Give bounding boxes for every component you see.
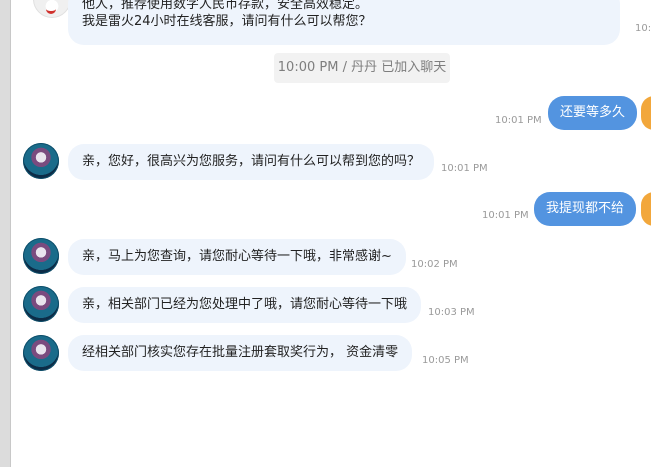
agent-message-bubble: 亲，您好，很高兴为您服务，请问有什么可以帮到您的吗？ bbox=[68, 144, 435, 180]
message-time: 10:05 PM bbox=[422, 355, 469, 366]
message-time: 10:0 bbox=[635, 23, 651, 34]
user-message-bubble: 还要等多久 bbox=[548, 96, 638, 130]
system-join-notice: 10:00 PM / 丹丹 已加入聊天 bbox=[274, 53, 450, 83]
user-message-bubble: 我提现都不给 bbox=[534, 192, 637, 226]
message-time: 10:01 PM bbox=[482, 210, 529, 221]
message-time: 10:02 PM bbox=[411, 259, 458, 270]
agent-avatar bbox=[23, 286, 59, 322]
user-avatar bbox=[641, 96, 651, 130]
agent-message-bubble: 亲，马上为您查询，请您耐心等待一下哦，非常感谢~ bbox=[68, 239, 406, 275]
agent-avatar bbox=[23, 335, 59, 371]
agent-avatar-partial bbox=[33, 0, 71, 18]
agent-message-bubble: 亲，相关部门已经为您处理中了哦，请您耐心等待一下哦 bbox=[68, 287, 422, 323]
message-time: 10:03 PM bbox=[428, 307, 475, 318]
agent-avatar bbox=[23, 143, 59, 179]
chat-transcript[interactable]: 他人，推荐使用数字人民币存款，安全高效稳定。 我是雷火24小时在线客服，请问有什… bbox=[10, 0, 651, 467]
agent-avatar bbox=[23, 238, 59, 274]
message-time: 10:01 PM bbox=[441, 163, 488, 174]
user-avatar bbox=[641, 192, 651, 226]
intro-line-1: 他人，推荐使用数字人民币存款，安全高效稳定。 bbox=[82, 0, 369, 12]
agent-message-bubble: 经相关部门核实您存在批量注册套取奖行为， 资金清零 bbox=[68, 335, 413, 371]
message-time: 10:01 PM bbox=[495, 115, 542, 126]
intro-line-2: 我是雷火24小时在线客服，请问有什么可以帮您？ bbox=[82, 14, 372, 29]
intro-message-bubble: 他人，推荐使用数字人民币存款，安全高效稳定。 我是雷火24小时在线客服，请问有什… bbox=[68, 0, 620, 45]
